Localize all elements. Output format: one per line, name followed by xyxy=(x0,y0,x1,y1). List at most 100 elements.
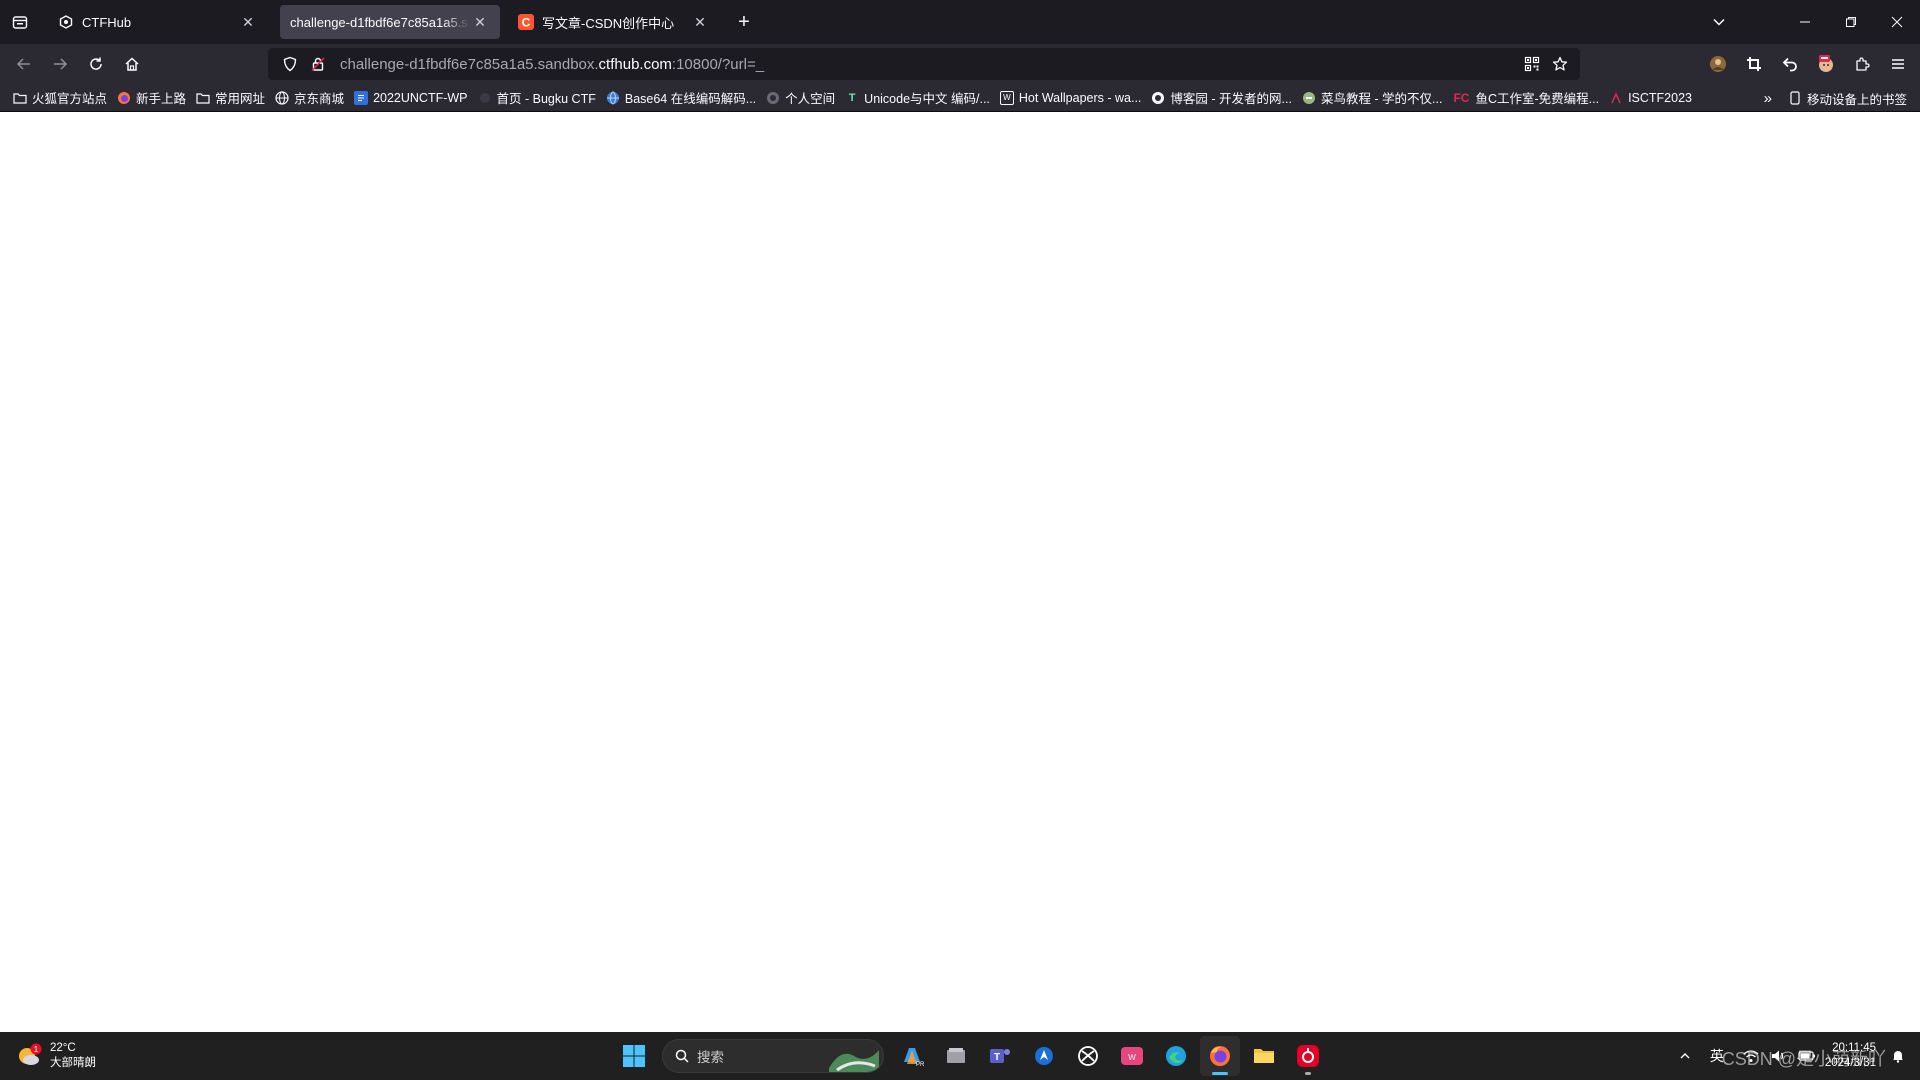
url-text[interactable]: challenge-d1fbdf6e7c85a1a5.sandbox.ctfhu… xyxy=(340,56,764,73)
screenshot-crop-button[interactable] xyxy=(1736,48,1772,80)
taskbar-app[interactable] xyxy=(1024,1036,1064,1076)
unicode-icon: T xyxy=(848,91,856,104)
url-host: ctfhub.com xyxy=(598,55,672,73)
search-placeholder: 搜索 xyxy=(697,1050,724,1065)
new-tab-button[interactable]: + xyxy=(728,6,760,38)
csdn-icon: C xyxy=(518,14,534,30)
restore-button[interactable] xyxy=(1828,0,1874,44)
taskbar-file-explorer[interactable] xyxy=(936,1036,976,1076)
bookmark-item[interactable]: 博客园 - 开发者的网... xyxy=(1146,86,1297,110)
bookmark-item[interactable]: W Hot Wallpapers - wa... xyxy=(995,86,1147,110)
close-window-button[interactable] xyxy=(1874,0,1920,44)
taskbar-netease-music[interactable] xyxy=(1288,1036,1328,1076)
extension-character-button[interactable] xyxy=(1808,48,1844,80)
firefox-view-button[interactable] xyxy=(0,0,40,44)
bookmark-label: Unicode与中文 编码/... xyxy=(864,92,990,106)
bookmark-item[interactable]: 首页 - Bugku CTF xyxy=(473,86,601,110)
volume-icon[interactable] xyxy=(1765,1032,1793,1080)
clock-date: 2024/3/31 xyxy=(1824,1057,1876,1069)
tab-csdn[interactable]: C 写文章-CSDN创作中心 ✕ xyxy=(508,5,720,39)
bookmark-item[interactable]: 菜鸟教程 - 学的不仅... xyxy=(1297,86,1448,110)
bookmark-item[interactable]: 京东商城 xyxy=(270,86,349,110)
page-content xyxy=(0,113,1920,1032)
input-language-indicator[interactable]: 英 xyxy=(1703,1032,1731,1080)
bookmark-star-button[interactable] xyxy=(1546,50,1574,78)
close-tab-icon[interactable]: ✕ xyxy=(470,12,490,32)
extension-avatar-button[interactable] xyxy=(1700,48,1736,80)
url-prefix: challenge-d1fbdf6e7c85a1a5.sandbox. xyxy=(340,55,599,73)
minimize-button[interactable] xyxy=(1782,0,1828,44)
tracking-protection-shield-icon[interactable] xyxy=(276,50,304,78)
bookmark-item[interactable]: 2022UNCTF-WP xyxy=(349,86,472,110)
search-highlight-image xyxy=(829,1050,879,1072)
qr-code-button[interactable] xyxy=(1518,50,1546,78)
tab-title: 写文章-CSDN创作中心 xyxy=(542,15,675,31)
bookmarks-toolbar: 火狐官方站点 新手上路 常用网址 京东商城 2022UNCTF-WP 首页 - … xyxy=(0,84,1920,112)
extensions-button[interactable] xyxy=(1844,48,1880,80)
bookmark-item[interactable]: Base64 在线编码解码... xyxy=(601,86,761,110)
tab-ctfhub[interactable]: CTFHub ✕ xyxy=(48,5,268,39)
navigation-toolbar: challenge-d1fbdf6e7c85a1a5.sandbox.ctfhu… xyxy=(0,44,1920,84)
taskbar-xbox[interactable] xyxy=(1068,1036,1108,1076)
chevron-up-icon xyxy=(1680,1053,1690,1059)
taskbar-wps[interactable]: W xyxy=(1112,1036,1152,1076)
isctf-icon xyxy=(1609,91,1623,105)
notification-bell-icon[interactable] xyxy=(1884,1032,1912,1080)
tab-challenge[interactable]: challenge-d1fbdf6e7c85a1a5.sandbox.ctfhu… xyxy=(280,5,500,39)
tab-title: CTFHub xyxy=(82,14,132,30)
close-tab-icon[interactable]: ✕ xyxy=(690,12,710,32)
start-button[interactable] xyxy=(614,1036,654,1076)
xbox-icon xyxy=(1078,1046,1098,1066)
bookmark-label: 京东商城 xyxy=(294,92,345,106)
back-button[interactable] xyxy=(6,48,42,80)
globe-icon xyxy=(606,91,620,105)
undo-extension-button[interactable] xyxy=(1772,48,1808,80)
windows-taskbar: 1 22°C 大部晴朗 搜索 PRE T W xyxy=(0,1032,1920,1080)
firefox-view-icon xyxy=(12,16,28,29)
arrow-right-icon xyxy=(54,58,68,70)
undo-icon xyxy=(1782,57,1797,72)
bookmark-item[interactable]: FC 鱼C工作室-免费编程... xyxy=(1447,86,1604,110)
close-tab-icon[interactable]: ✕ xyxy=(238,12,258,32)
bookmark-label: ISCTF2023 xyxy=(1628,90,1692,105)
taskbar-search[interactable]: 搜索 xyxy=(662,1039,884,1073)
bookmark-label: 菜鸟教程 - 学的不仅... xyxy=(1320,92,1443,106)
show-hidden-icons-button[interactable] xyxy=(1671,1032,1699,1080)
bookmark-item[interactable]: T Unicode与中文 编码/... xyxy=(840,86,995,110)
mobile-bookmarks-folder[interactable]: 移动设备上的书签 xyxy=(1783,86,1912,110)
arrow-left-icon xyxy=(16,58,30,70)
weather-temp: 22°C xyxy=(50,1042,76,1054)
minimize-icon xyxy=(1800,21,1810,23)
bookmark-label: 移动设备上的书签 xyxy=(1806,92,1907,107)
taskbar-edge[interactable] xyxy=(1156,1036,1196,1076)
bookmark-item[interactable]: 火狐官方站点 xyxy=(8,86,112,110)
url-bar[interactable]: challenge-d1fbdf6e7c85a1a5.sandbox.ctfhu… xyxy=(268,48,1580,80)
wifi-icon[interactable] xyxy=(1737,1032,1765,1080)
reload-button[interactable] xyxy=(78,48,114,80)
app-menu-button[interactable] xyxy=(1880,48,1916,80)
bookmark-label: 鱼C工作室-免费编程... xyxy=(1475,92,1600,106)
bookmark-item[interactable]: ISCTF2023 xyxy=(1604,86,1697,110)
taskbar-folder[interactable] xyxy=(1244,1036,1284,1076)
bookmark-item[interactable]: 常用网址 xyxy=(191,86,270,110)
avatar-icon xyxy=(1710,56,1726,72)
site-info-lock-icon[interactable] xyxy=(304,50,332,78)
bookmark-label: 首页 - Bugku CTF xyxy=(496,92,596,106)
list-all-tabs-button[interactable] xyxy=(1696,0,1742,44)
svg-text:C: C xyxy=(522,16,531,30)
bookmark-item[interactable]: 新手上路 xyxy=(112,86,191,110)
taskbar-teams[interactable]: T xyxy=(980,1036,1020,1076)
taskbar-firefox[interactable] xyxy=(1200,1036,1240,1076)
home-button[interactable] xyxy=(114,48,150,80)
bookmarks-overflow-button[interactable]: » xyxy=(1759,86,1777,110)
weather-widget[interactable]: 1 22°C 大部晴朗 xyxy=(16,1038,96,1074)
taskbar-copilot[interactable]: PRE xyxy=(892,1036,932,1076)
bookmark-item[interactable]: 个人空间 xyxy=(761,86,840,110)
forward-button[interactable] xyxy=(42,48,78,80)
battery-icon[interactable] xyxy=(1793,1032,1821,1080)
bilibili-icon xyxy=(766,91,780,105)
bookmark-label: 2022UNCTF-WP xyxy=(373,90,468,105)
tab-bar: CTFHub ✕ challenge-d1fbdf6e7c85a1a5.sand… xyxy=(0,0,1920,44)
character-icon xyxy=(1819,55,1833,72)
taskbar-clock[interactable]: 20:11:45 2024/3/31 xyxy=(1825,1041,1876,1071)
